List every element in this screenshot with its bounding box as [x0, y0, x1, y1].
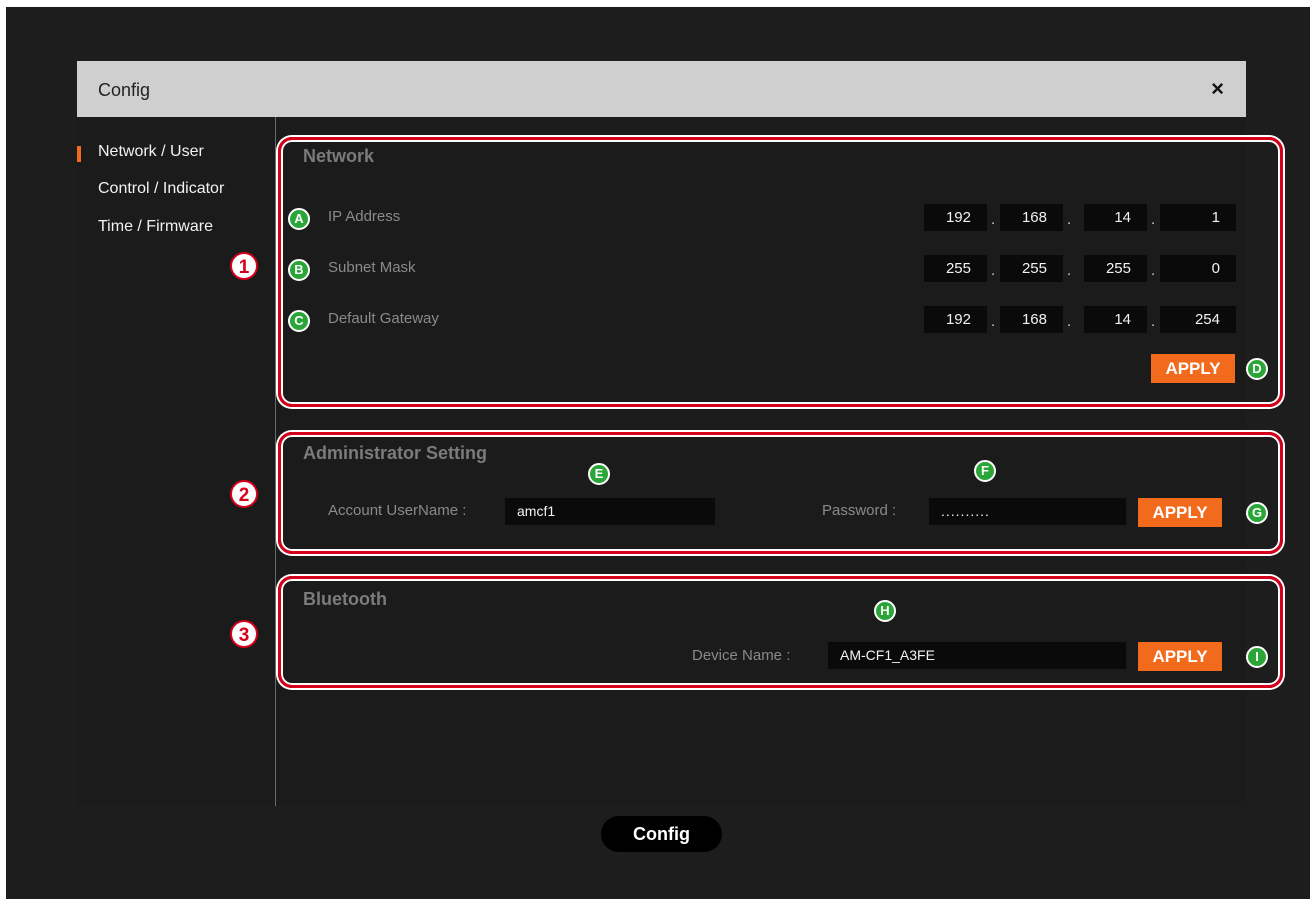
callout-box-network	[278, 137, 1283, 407]
close-icon[interactable]: ×	[1211, 76, 1224, 102]
callout-letter-h: H	[874, 600, 896, 622]
callout-box-bluetooth	[278, 576, 1283, 688]
callout-number-3: 3	[230, 620, 258, 648]
sidebar-item-network-user[interactable]: Network / User	[98, 143, 204, 161]
callout-letter-d: D	[1246, 358, 1268, 380]
callout-letter-f: F	[974, 460, 996, 482]
sidebar: Network / User Control / Indicator Time …	[77, 117, 276, 806]
callout-letter-a: A	[288, 208, 310, 230]
sidebar-item-control-indicator[interactable]: Control / Indicator	[98, 180, 224, 198]
dialog-title: Config	[98, 80, 151, 100]
callout-letter-b: B	[288, 259, 310, 281]
callout-number-2: 2	[230, 480, 258, 508]
callout-letter-c: C	[288, 310, 310, 332]
callout-letter-e: E	[588, 463, 610, 485]
sidebar-item-time-firmware[interactable]: Time / Firmware	[98, 218, 213, 236]
active-indicator	[77, 146, 81, 162]
dialog-titlebar: Config ×	[77, 61, 1246, 117]
callout-letter-i: I	[1246, 646, 1268, 668]
callout-box-admin	[278, 432, 1283, 554]
callout-letter-g: G	[1246, 502, 1268, 524]
callout-number-1: 1	[230, 252, 258, 280]
config-tab-button[interactable]: Config	[601, 816, 722, 852]
